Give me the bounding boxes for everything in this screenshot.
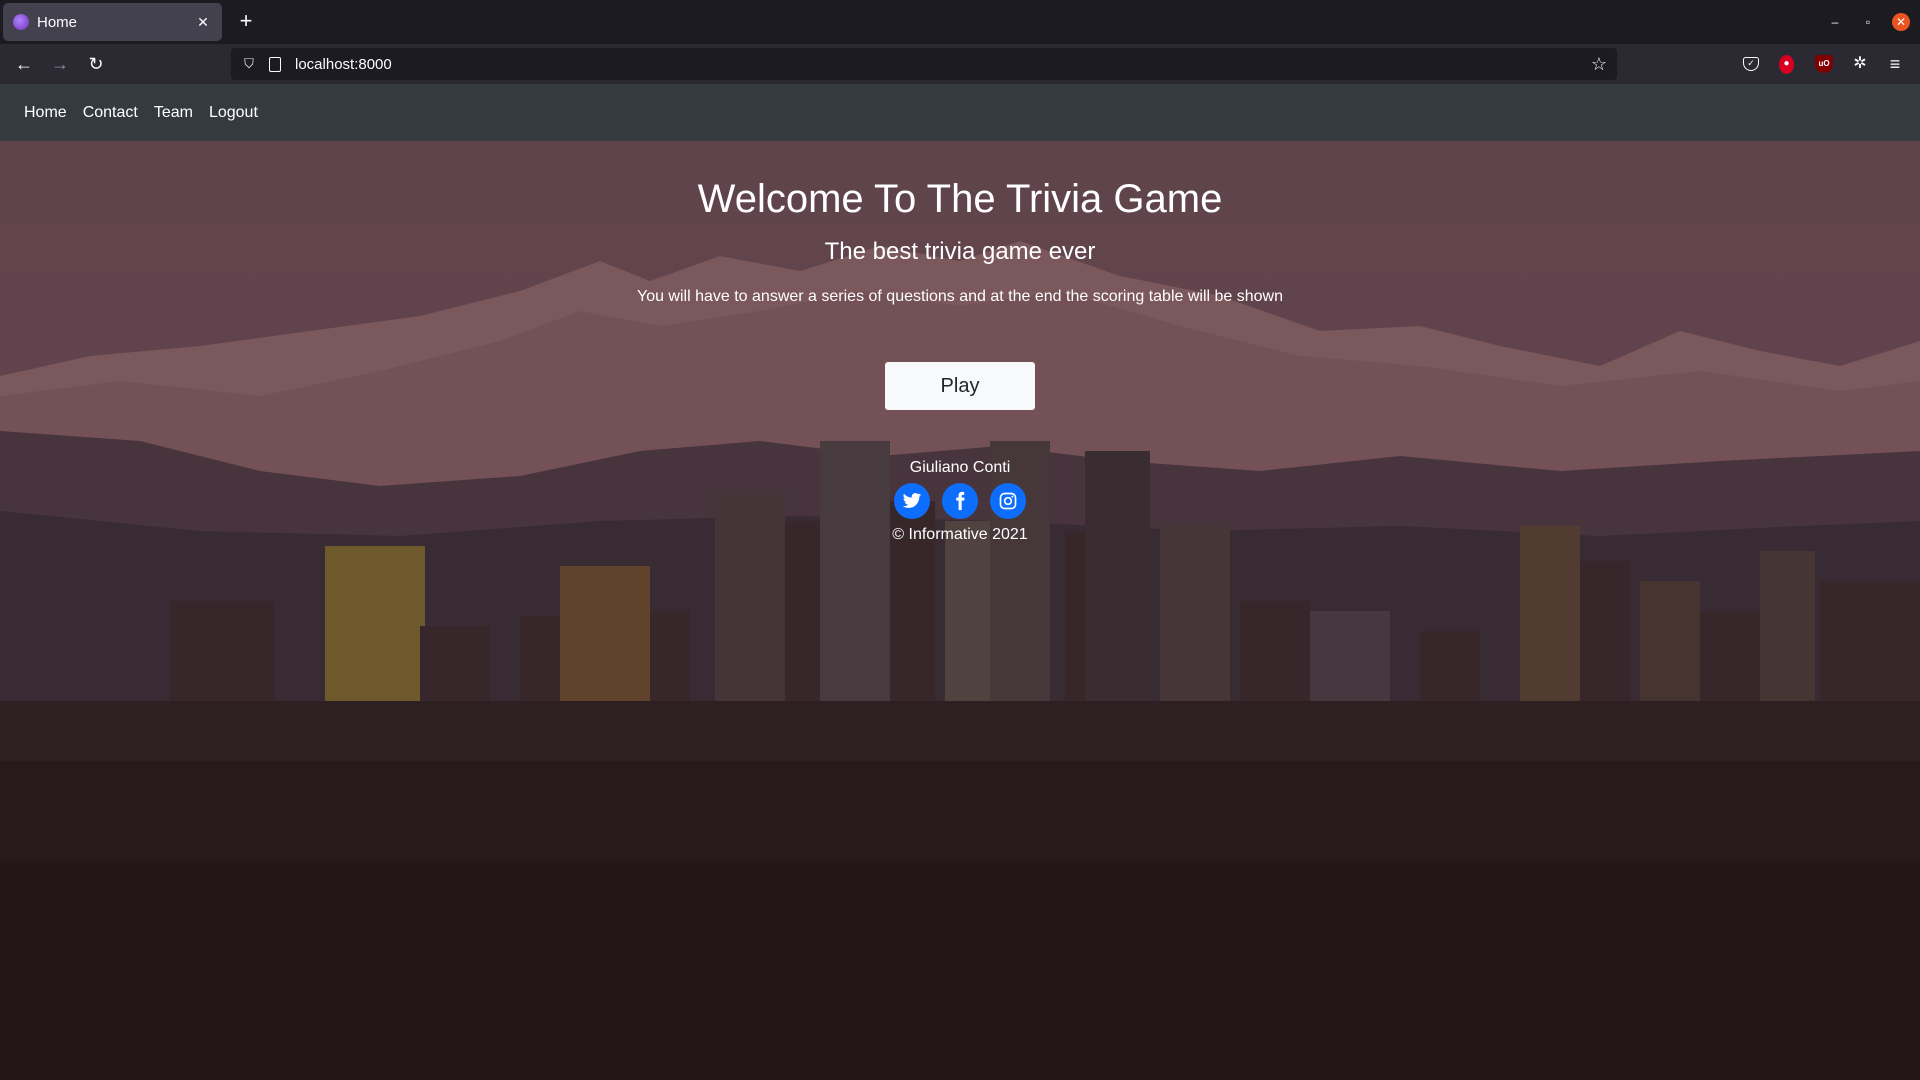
web-page: Home Contact Team Logout Welcome To The … <box>0 84 1920 1080</box>
forward-arrow-icon[interactable]: → <box>46 50 74 78</box>
favicon-icon <box>13 14 29 30</box>
maximize-button[interactable]: ▫ <box>1859 13 1877 31</box>
instagram-icon[interactable] <box>990 483 1026 519</box>
hero-section: Welcome To The Trivia Game The best triv… <box>0 141 1920 1080</box>
page-icon <box>269 56 281 72</box>
site-navbar: Home Contact Team Logout <box>0 84 1920 141</box>
copyright-text: © Informative 2021 <box>892 526 1028 543</box>
hamburger-menu-icon[interactable]: ≡ <box>1886 55 1904 73</box>
new-tab-button[interactable]: + <box>232 8 260 36</box>
close-tab-icon[interactable]: ✕ <box>194 14 212 31</box>
play-button[interactable]: Play <box>885 362 1035 410</box>
shield-icon[interactable]: ⛉ <box>241 56 257 72</box>
nav-link-home[interactable]: Home <box>24 104 67 122</box>
ublock-icon[interactable]: uO <box>1815 55 1833 73</box>
twitter-icon[interactable] <box>894 483 930 519</box>
extensions-puzzle-icon[interactable]: ✲ <box>1851 55 1869 73</box>
facebook-icon[interactable] <box>942 483 978 519</box>
minimize-button[interactable]: – <box>1826 13 1844 31</box>
address-bar[interactable]: ⛉ localhost:8000 ☆ <box>231 48 1617 80</box>
reload-icon[interactable]: ↻ <box>82 50 110 78</box>
social-links <box>894 483 1026 519</box>
close-window-button[interactable]: ✕ <box>1892 13 1910 31</box>
nav-link-logout[interactable]: Logout <box>209 104 258 122</box>
game-description: You will have to answer a series of ques… <box>636 288 1284 305</box>
browser-toolbar: ← → ↻ ⛉ localhost:8000 ☆ ✓ ● uO ✲ ≡ <box>0 44 1920 84</box>
nav-link-contact[interactable]: Contact <box>83 104 138 122</box>
bookmark-star-icon[interactable]: ☆ <box>1591 54 1607 75</box>
browser-tab[interactable]: Home ✕ <box>3 3 222 41</box>
nav-link-team[interactable]: Team <box>154 104 193 122</box>
tab-title: Home <box>37 13 78 31</box>
hero-overlay <box>0 141 1920 1080</box>
back-arrow-icon[interactable]: ← <box>10 50 38 78</box>
browser-tab-bar: Home ✕ + – ▫ ✕ <box>0 0 1920 44</box>
page-title: Welcome To The Trivia Game <box>697 177 1223 221</box>
url-text[interactable]: localhost:8000 <box>295 56 1591 73</box>
page-subtitle: The best trivia game ever <box>824 238 1096 265</box>
author-name: Giuliano Conti <box>909 459 1011 476</box>
pocket-icon[interactable]: ✓ <box>1743 57 1759 71</box>
extension-icon[interactable]: ● <box>1779 55 1794 74</box>
